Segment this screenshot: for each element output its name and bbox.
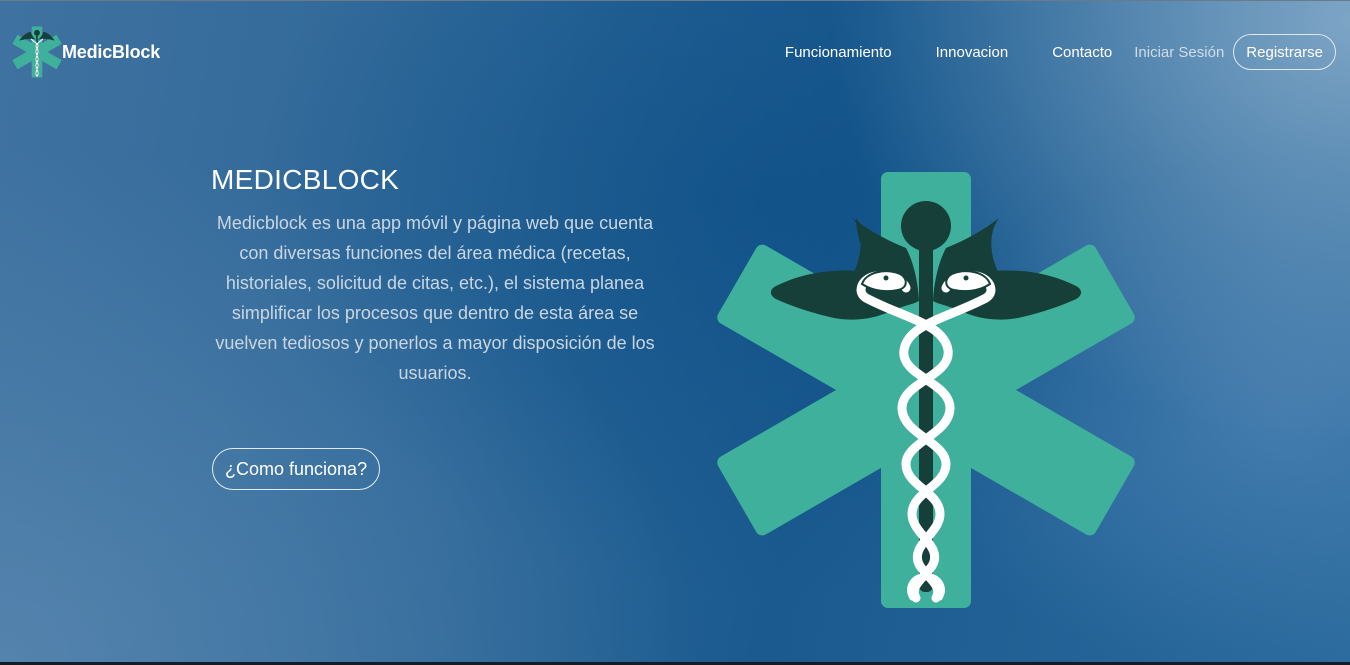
brand-name: MedicBlock xyxy=(62,41,161,62)
snake-eye-right xyxy=(963,275,969,281)
landing-page: MedicBlock Funcionamiento Innovacion Con… xyxy=(0,0,1350,665)
window-top-border xyxy=(0,0,1350,1)
main-nav: Funcionamiento Innovacion Contacto Inici… xyxy=(785,34,1336,70)
star-of-life-caduceus-icon xyxy=(12,26,62,78)
hero-title: MEDICBLOCK xyxy=(211,164,400,195)
nav-contacto[interactable]: Contacto xyxy=(1052,44,1112,61)
nav-innovacion[interactable]: Innovacion xyxy=(936,44,1009,61)
register-button[interactable]: Registrarse xyxy=(1233,34,1336,70)
hero-description: Medicblock es una app móvil y página web… xyxy=(215,213,655,383)
login-link[interactable]: Iniciar Sesión xyxy=(1134,44,1224,61)
nav-funcionamiento[interactable]: Funcionamiento xyxy=(785,44,892,61)
brand-logo-link[interactable]: MedicBlock xyxy=(12,26,160,78)
snake-eye-left xyxy=(883,275,889,281)
how-it-works-button[interactable]: ¿Como funciona? xyxy=(212,448,381,490)
star-of-life-caduceus-icon xyxy=(717,172,1135,608)
